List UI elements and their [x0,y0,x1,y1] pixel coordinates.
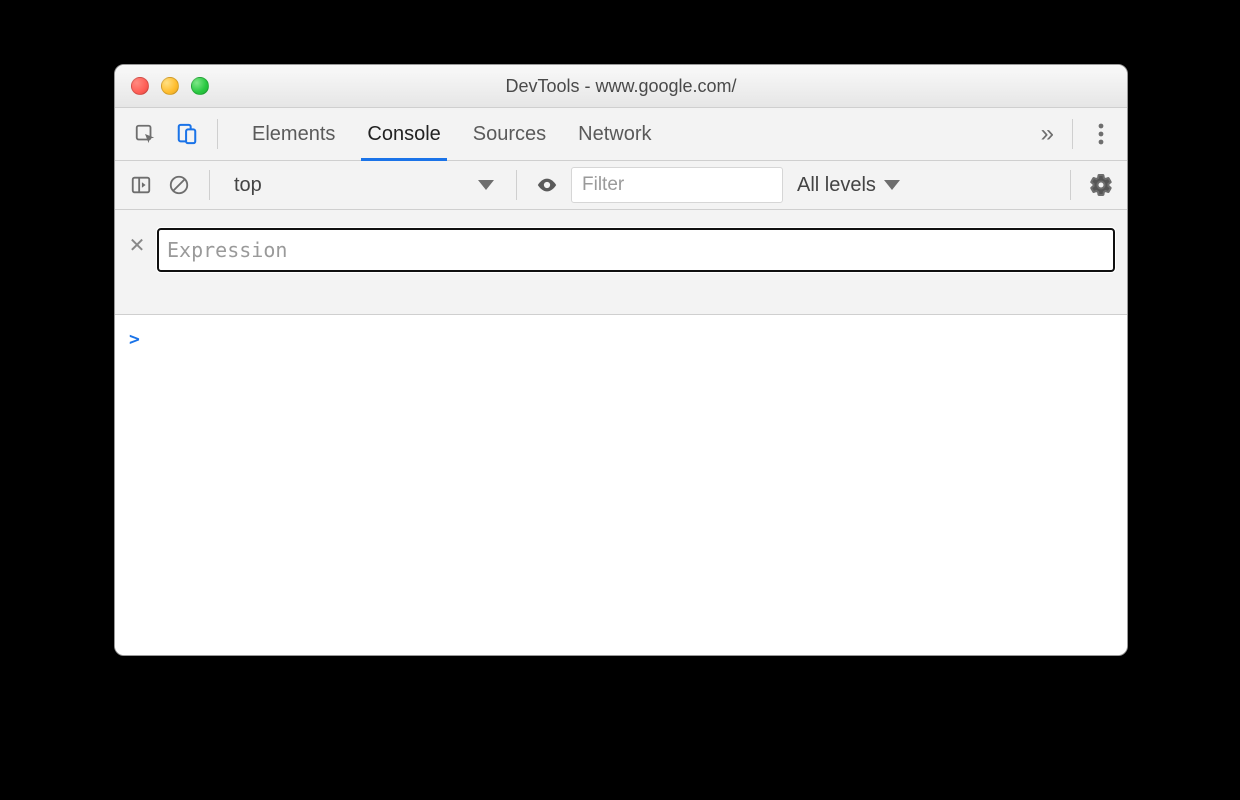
chevron-down-icon [478,180,494,190]
chevron-down-icon [884,180,900,190]
window-title: DevTools - www.google.com/ [115,76,1127,97]
close-window-button[interactable] [131,77,149,95]
eye-icon [536,174,558,196]
remove-live-expression-button[interactable]: ✕ [127,236,147,256]
tab-label: Elements [252,123,335,146]
device-icon [176,123,198,145]
toggle-device-toolbar-button[interactable] [169,116,205,152]
console-prompt-caret: > [129,329,140,350]
window-titlebar: DevTools - www.google.com/ [115,65,1127,108]
tab-console[interactable]: Console [365,108,442,160]
clear-console-button[interactable] [165,171,193,199]
console-filter-input[interactable] [571,167,783,203]
separator [217,119,218,149]
console-output[interactable]: > [115,315,1127,655]
minimize-window-button[interactable] [161,77,179,95]
separator [1070,170,1071,200]
traffic-lights [115,77,209,95]
console-settings-button[interactable] [1087,171,1115,199]
clear-icon [168,174,190,196]
toggle-console-sidebar-button[interactable] [127,171,155,199]
separator [209,170,210,200]
tab-elements[interactable]: Elements [250,108,337,160]
gear-icon [1089,173,1113,197]
context-label: top [234,174,262,197]
tab-label: Network [578,123,651,146]
devtools-menu-button[interactable] [1085,123,1117,145]
devtools-window: DevTools - www.google.com/ Elements Cons… [114,64,1128,656]
tab-label: Sources [473,123,546,146]
tab-sources[interactable]: Sources [471,108,548,160]
inspect-element-button[interactable] [127,116,163,152]
levels-label: All levels [797,174,876,197]
create-live-expression-button[interactable] [533,171,561,199]
live-expression-input[interactable] [157,228,1115,272]
zoom-window-button[interactable] [191,77,209,95]
live-expression-area: ✕ [115,210,1127,315]
log-levels-select[interactable]: All levels [793,174,904,197]
kebab-menu-icon [1098,123,1104,145]
tab-label: Console [367,123,440,146]
execution-context-select[interactable]: top [226,174,500,197]
separator [1072,119,1073,149]
panel-tabs: Elements Console Sources Network [250,108,654,160]
more-tabs-button[interactable]: » [1033,120,1060,148]
sidebar-toggle-icon [130,174,152,196]
inspect-icon [134,123,156,145]
console-toolbar: top All levels [115,161,1127,210]
devtools-tabstrip: Elements Console Sources Network » [115,108,1127,161]
chevron-right-double-icon: » [1041,120,1052,147]
close-icon: ✕ [129,235,146,257]
tab-network[interactable]: Network [576,108,653,160]
separator [516,170,517,200]
